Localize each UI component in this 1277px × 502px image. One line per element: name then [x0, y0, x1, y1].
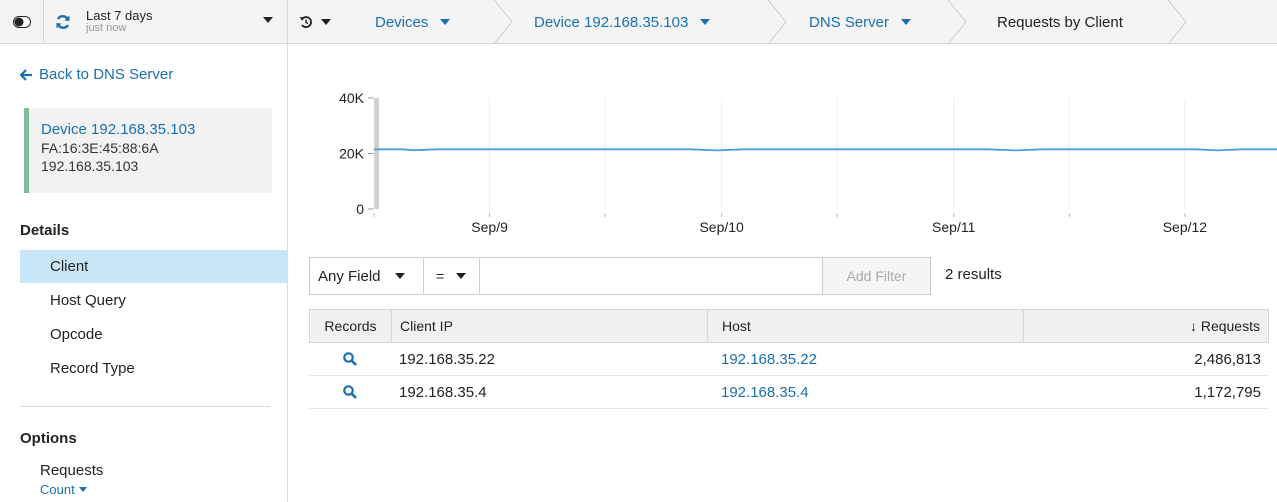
- breadcrumb-device[interactable]: Device 192.168.35.103: [534, 0, 711, 44]
- x-tick-label: Sep/10: [699, 219, 744, 235]
- device-mac: FA:16:3E:45:88:6A: [41, 140, 159, 156]
- option-requests-label: Requests: [40, 462, 104, 479]
- back-link[interactable]: Back to DNS Server: [20, 66, 173, 83]
- breadcrumb-dns-server[interactable]: DNS Server: [809, 0, 912, 44]
- records-search-button[interactable]: [309, 343, 391, 375]
- breadcrumb-requests-by-client: Requests by Client: [997, 0, 1123, 44]
- refresh-icon[interactable]: [50, 14, 76, 30]
- breadcrumb-separator: [493, 0, 513, 44]
- client-ip-cell: 192.168.35.4: [399, 383, 487, 401]
- x-tick-label: Sep/9: [471, 219, 508, 235]
- table-row: 192.168.35.4 192.168.35.4 1,172,795: [309, 376, 1269, 409]
- table-row: 192.168.35.22 192.168.35.22 2,486,813: [309, 343, 1269, 376]
- option-count-label: Count: [40, 482, 75, 497]
- time-range-label: Last 7 days: [86, 7, 153, 23]
- chevron-down-icon: [78, 487, 87, 492]
- breadcrumb-label: Devices: [375, 13, 429, 31]
- device-ip: 192.168.35.103: [41, 158, 139, 174]
- option-count-dropdown[interactable]: Count: [40, 482, 87, 497]
- sidebar-item-opcode[interactable]: Opcode: [20, 318, 287, 351]
- toggle-icon: [12, 15, 31, 28]
- filter-value-input[interactable]: [480, 258, 822, 294]
- time-selector[interactable]: Last 7 days just now: [44, 0, 288, 44]
- add-filter-button[interactable]: Add Filter: [822, 258, 930, 294]
- breadcrumb-separator: [767, 0, 787, 44]
- sidebar-item-host-query[interactable]: Host Query: [20, 284, 287, 317]
- breadcrumb-separator: [947, 0, 967, 44]
- requests-chart: 0 20K 40K Sep/9 Sep/10 Sep/11 Sep/12: [289, 44, 1277, 244]
- chevron-down-icon: [394, 273, 405, 279]
- sidebar-item-record-type[interactable]: Record Type: [20, 352, 287, 385]
- records-search-button[interactable]: [309, 376, 391, 408]
- history-icon: [299, 15, 312, 28]
- filter-field-label: Any Field: [318, 267, 381, 285]
- column-header-host: Host: [722, 318, 751, 334]
- chevron-down-icon: [901, 19, 912, 25]
- host-link[interactable]: 192.168.35.4: [721, 376, 809, 408]
- top-bar: Last 7 days just now Devices Device 192.…: [0, 0, 1277, 44]
- y-tick-label: 40K: [339, 90, 365, 106]
- filter-operator-label: =: [436, 268, 445, 284]
- back-link-label: Back to DNS Server: [39, 66, 174, 83]
- sidebar: Back to DNS Server Device 192.168.35.103…: [0, 44, 288, 502]
- results-table: Records Client IP Host ↓ Requests 192.16…: [309, 309, 1269, 409]
- table-header: Records Client IP Host ↓ Requests: [309, 309, 1269, 343]
- search-icon: [343, 385, 357, 399]
- chevron-down-icon: [440, 19, 451, 25]
- chevron-down-icon: [321, 18, 331, 25]
- sidebar-toggle-button[interactable]: [0, 0, 44, 44]
- search-icon: [343, 352, 357, 366]
- chart-canvas: 0 20K 40K Sep/9 Sep/10 Sep/11 Sep/12: [339, 90, 1277, 235]
- y-axis: [374, 98, 379, 209]
- sidebar-item-client[interactable]: Client: [20, 250, 287, 283]
- filter-operator-dropdown[interactable]: =: [424, 258, 480, 294]
- details-heading: Details: [20, 222, 70, 239]
- column-header-host-cell[interactable]: Host: [708, 310, 1024, 342]
- requests-cell: 2,486,813: [1194, 350, 1261, 368]
- time-refresh-label: just now: [86, 21, 127, 34]
- arrow-left-icon: [20, 68, 32, 81]
- device-card: Device 192.168.35.103 FA:16:3E:45:88:6A …: [24, 108, 272, 193]
- y-tick-label: 0: [356, 201, 364, 217]
- filter-bar: Any Field = Add Filter: [309, 257, 931, 295]
- column-header-requests[interactable]: ↓ Requests: [1190, 310, 1260, 342]
- results-count: 2 results: [945, 266, 1002, 283]
- breadcrumb-devices[interactable]: Devices: [375, 0, 451, 44]
- x-tick-label: Sep/12: [1163, 219, 1208, 235]
- chevron-down-icon: [456, 273, 467, 279]
- y-tick-label: 20K: [339, 146, 365, 162]
- column-header-client-ip-cell[interactable]: Client IP: [392, 310, 708, 342]
- device-name-link[interactable]: Device 192.168.35.103: [41, 121, 272, 139]
- column-header-client-ip: Client IP: [400, 318, 453, 334]
- breadcrumb-label: Device 192.168.35.103: [534, 13, 689, 31]
- chevron-down-icon: [263, 16, 273, 23]
- x-tick-label: Sep/11: [932, 219, 976, 235]
- options-heading: Options: [20, 430, 77, 447]
- host-link[interactable]: 192.168.35.22: [721, 343, 817, 375]
- breadcrumb-separator: [1167, 0, 1187, 44]
- chevron-down-icon: [700, 19, 711, 25]
- breadcrumb-label: DNS Server: [809, 13, 890, 31]
- filter-field-dropdown[interactable]: Any Field: [310, 258, 424, 294]
- requests-cell: 1,172,795: [1194, 383, 1261, 401]
- breadcrumb-label: Requests by Client: [997, 13, 1123, 31]
- series-line: [374, 148, 1277, 152]
- client-ip-cell: 192.168.35.22: [399, 350, 495, 368]
- history-button[interactable]: [288, 0, 342, 44]
- divider: [20, 406, 270, 407]
- column-header-records[interactable]: Records: [310, 310, 392, 342]
